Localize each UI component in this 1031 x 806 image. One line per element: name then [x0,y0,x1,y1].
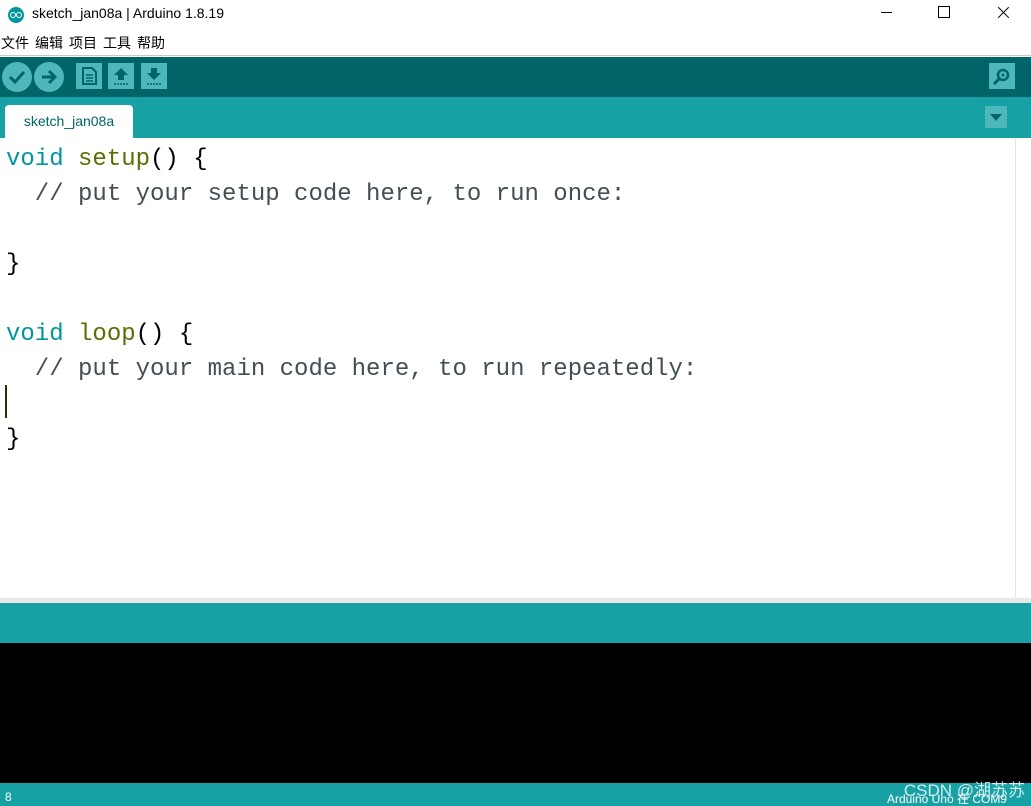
menu-bar: 文件 编辑 项目 工具 帮助 [0,30,1031,56]
toolbar [0,57,1031,97]
code-token: void [6,146,64,173]
code-line: } [6,247,697,282]
menu-help[interactable]: 帮助 [136,30,170,56]
code-line: } [6,422,697,457]
arrow-up-icon [114,68,128,85]
serial-monitor-button[interactable] [989,63,1015,89]
arrow-down-icon [147,68,161,85]
minimize-button[interactable] [863,0,909,30]
code-token: // put your main code here, to run repea… [6,356,698,383]
window-title: sketch_jan08a | Arduino 1.8.19 [32,5,225,21]
tab-sketch[interactable]: sketch_jan08a [5,105,133,138]
code-text: void setup() { // put your setup code he… [6,142,697,457]
code-token: () { [150,146,208,173]
menu-sketch[interactable]: 项目 [68,30,102,56]
code-token: () { [135,321,194,348]
code-token: loop [78,321,136,348]
menu-file[interactable]: 文件 [0,30,34,56]
code-token: } [6,426,21,453]
code-line: // put your setup code here, to run once… [6,177,697,212]
code-token: setup [78,146,151,173]
code-line: // put your main code here, to run repea… [6,352,698,387]
close-button[interactable] [980,0,1026,30]
code-token: void [6,321,64,348]
title-bar: sketch_jan08a | Arduino 1.8.19 [0,0,1031,30]
line-number: 8 [5,790,12,804]
code-editor[interactable]: void setup() { // put your setup code he… [0,138,1015,598]
verify-button[interactable] [2,62,32,92]
new-button[interactable] [76,63,102,89]
open-button[interactable] [108,63,134,89]
menu-tools[interactable]: 工具 [102,30,136,56]
text-cursor [5,385,7,418]
code-line: void loop() { [6,317,697,352]
document-icon [82,67,97,85]
magnifier-icon [992,68,1010,86]
arduino-logo-icon [8,7,24,23]
watermark: CSDN @湖苏苏 [903,781,1025,800]
menu-edit[interactable]: 编辑 [34,30,68,56]
message-area [0,603,1031,643]
console-output [0,643,1031,783]
tab-menu-button[interactable] [985,106,1007,128]
maximize-button[interactable] [920,0,966,30]
check-icon [8,70,26,85]
code-line: void setup() { [6,142,697,177]
editor-scrollbar[interactable] [1015,138,1031,598]
save-button[interactable] [141,63,167,89]
status-bar: 8 Arduino Uno 在 COM9 [0,783,1031,806]
code-token: // put your setup code here, to run once… [6,181,626,208]
tab-bar: sketch_jan08a [0,97,1031,138]
code-token: } [6,251,21,278]
upload-button[interactable] [34,62,64,92]
arrow-right-icon [42,69,58,85]
